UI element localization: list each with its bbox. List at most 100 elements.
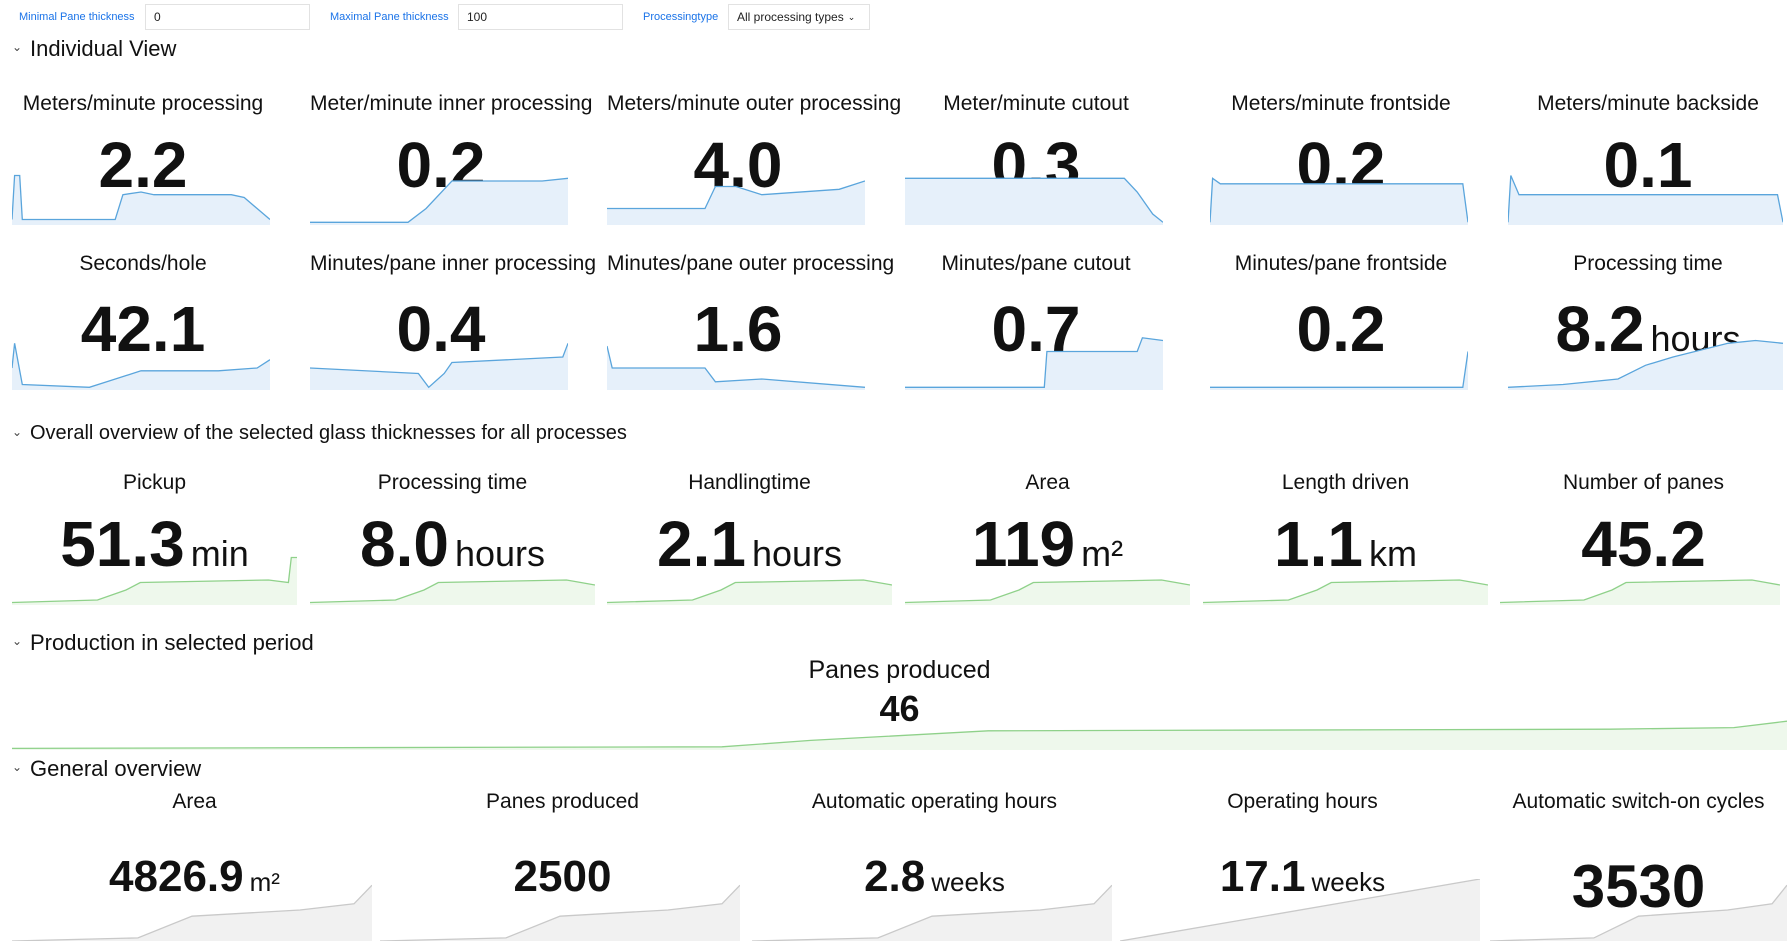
kpi-tile-overall: Length driven 1.1 km [1203, 465, 1488, 605]
kpi-tile-individual: Meter/minute inner processing 0.2 [310, 90, 593, 225]
sparkline-chart [12, 174, 270, 225]
sparkline-area [1508, 175, 1783, 225]
max-thickness-label: Maximal Pane thickness [330, 11, 449, 23]
kpi-title: Operating hours [1227, 790, 1378, 813]
kpi-title: Meter/minute inner processing [310, 92, 593, 115]
kpi-title: Minutes/pane outer processing [607, 252, 895, 275]
sparkline-chart [1508, 175, 1783, 225]
chevron-down-icon: ⌄ [12, 760, 23, 774]
chevron-down-icon: ⌄ [12, 424, 23, 439]
sparkline-area [380, 885, 740, 941]
sparkline-area [12, 557, 297, 605]
sparkline-chart [607, 579, 892, 605]
kpi-title: Panes produced [808, 656, 991, 684]
kpi-title: Processing time [377, 471, 528, 494]
processing-type-select[interactable]: All processing types ⌄ [728, 4, 870, 30]
max-thickness-value: 100 [467, 10, 488, 24]
sparkline-area [310, 178, 568, 225]
kpi-title: Meters/minute backside [1537, 92, 1759, 115]
sparkline-chart [12, 884, 372, 941]
section-title: Individual View [30, 36, 177, 61]
kpi-tile-general: Operating hours 17.1 weeks [1120, 790, 1485, 941]
kpi-tile-overall: Processing time 8.0 hours [310, 465, 595, 605]
sparkline-area [607, 181, 865, 225]
kpi-tile-panes-produced-period: Panes produced 46 [12, 650, 1787, 750]
sparkline-chart [12, 343, 270, 390]
kpi-title: Meters/minute processing [22, 92, 264, 115]
kpi-tile-individual: Minutes/pane outer processing 1.6 [607, 250, 895, 390]
sparkline-area [12, 343, 270, 390]
sparkline-chart [607, 180, 865, 225]
sparkline-chart [1508, 339, 1783, 390]
kpi-tile-general: Automatic operating hours 2.8 weeks [752, 790, 1117, 941]
kpi-title: Panes produced [486, 790, 639, 813]
sparkline-line [1210, 351, 1468, 388]
section-title: General overview [30, 756, 202, 781]
chevron-down-icon: ⌄ [12, 40, 23, 54]
sparkline-chart [1490, 884, 1787, 941]
sparkline-chart [607, 345, 865, 390]
kpi-title: Area [1025, 471, 1070, 494]
sparkline-area [1210, 178, 1468, 225]
kpi-tile-individual: Meters/minute outer processing 4.0 [607, 90, 902, 225]
sparkline-chart [310, 177, 568, 225]
kpi-title: Meter/minute cutout [943, 92, 1129, 115]
min-thickness-label: Minimal Pane thickness [19, 11, 135, 23]
processing-type-value: All processing types [737, 10, 844, 24]
kpi-tile-individual: Meter/minute cutout 0.3 [905, 90, 1167, 225]
sparkline-area [12, 885, 372, 941]
kpi-title: Minutes/pane cutout [941, 252, 1131, 275]
section-overall-overview[interactable]: ⌄ Overall overview of the selected glass… [12, 422, 627, 445]
sparkline-chart [12, 556, 297, 605]
section-individual-view[interactable]: ⌄ Individual View [12, 36, 176, 62]
sparkline-area [1210, 351, 1468, 390]
kpi-tile-overall: Pickup 51.3 min [12, 465, 297, 605]
sparkline-chart [905, 579, 1190, 605]
chevron-down-icon: ⌄ [12, 634, 23, 648]
min-thickness-input[interactable]: 0 [145, 4, 310, 30]
kpi-tile-general: Area 4826.9 m² [12, 790, 377, 941]
kpi-title: Minutes/pane inner processing [310, 252, 597, 275]
section-title: Overall overview of the selected glass t… [30, 422, 627, 444]
kpi-tile-general: Automatic switch-on cycles 3530 [1490, 790, 1787, 941]
sparkline-area [310, 343, 568, 390]
kpi-title: Pickup [122, 471, 187, 494]
kpi-title: Number of panes [1562, 471, 1725, 494]
processing-type-label: Processingtype [643, 11, 719, 23]
kpi-title: Handlingtime [688, 471, 811, 494]
kpi-tile-individual: Seconds/hole 42.1 [12, 250, 274, 390]
chevron-down-icon: ⌄ [847, 11, 856, 22]
max-thickness-input[interactable]: 100 [458, 4, 623, 30]
sparkline-chart [1210, 351, 1468, 390]
kpi-title: Minutes/pane frontside [1234, 252, 1448, 275]
sparkline-chart [1120, 879, 1480, 941]
sparkline-chart [380, 884, 740, 941]
sparkline-chart [1500, 579, 1780, 605]
kpi-tile-individual: Meters/minute backside 0.1 [1508, 90, 1788, 225]
kpi-tile-overall: Area 119 m² [905, 465, 1190, 605]
kpi-title: Area [172, 790, 217, 813]
sparkline-chart [310, 343, 568, 390]
kpi-tile-general: Panes produced 2500 [380, 790, 745, 941]
kpi-tile-individual: Minutes/pane frontside 0.2 [1210, 250, 1472, 390]
kpi-tile-individual: Meters/minute frontside 0.2 [1210, 90, 1472, 225]
sparkline-chart [1203, 579, 1488, 605]
min-thickness-value: 0 [154, 10, 161, 24]
kpi-title: Automatic switch-on cycles [1512, 790, 1765, 813]
kpi-title: Length driven [1281, 471, 1410, 494]
sparkline-chart [905, 337, 1163, 390]
kpi-title: Automatic operating hours [811, 790, 1058, 813]
kpi-title: Processing time [1573, 252, 1723, 275]
sparkline-area [905, 337, 1163, 390]
sparkline-chart [1210, 177, 1468, 225]
kpi-title: Meters/minute outer processing [607, 92, 902, 115]
sparkline-area [905, 178, 1163, 225]
kpi-tile-overall: Handlingtime 2.1 hours [607, 465, 892, 605]
sparkline-chart [310, 579, 595, 605]
sparkline-area [752, 885, 1112, 941]
section-general-overview[interactable]: ⌄ General overview [12, 756, 201, 782]
kpi-tile-overall: Number of panes 45.2 [1500, 465, 1787, 605]
sparkline-chart [12, 720, 1787, 750]
kpi-tile-individual: Meters/minute processing 2.2 [12, 90, 274, 225]
sparkline-area [1490, 885, 1787, 941]
